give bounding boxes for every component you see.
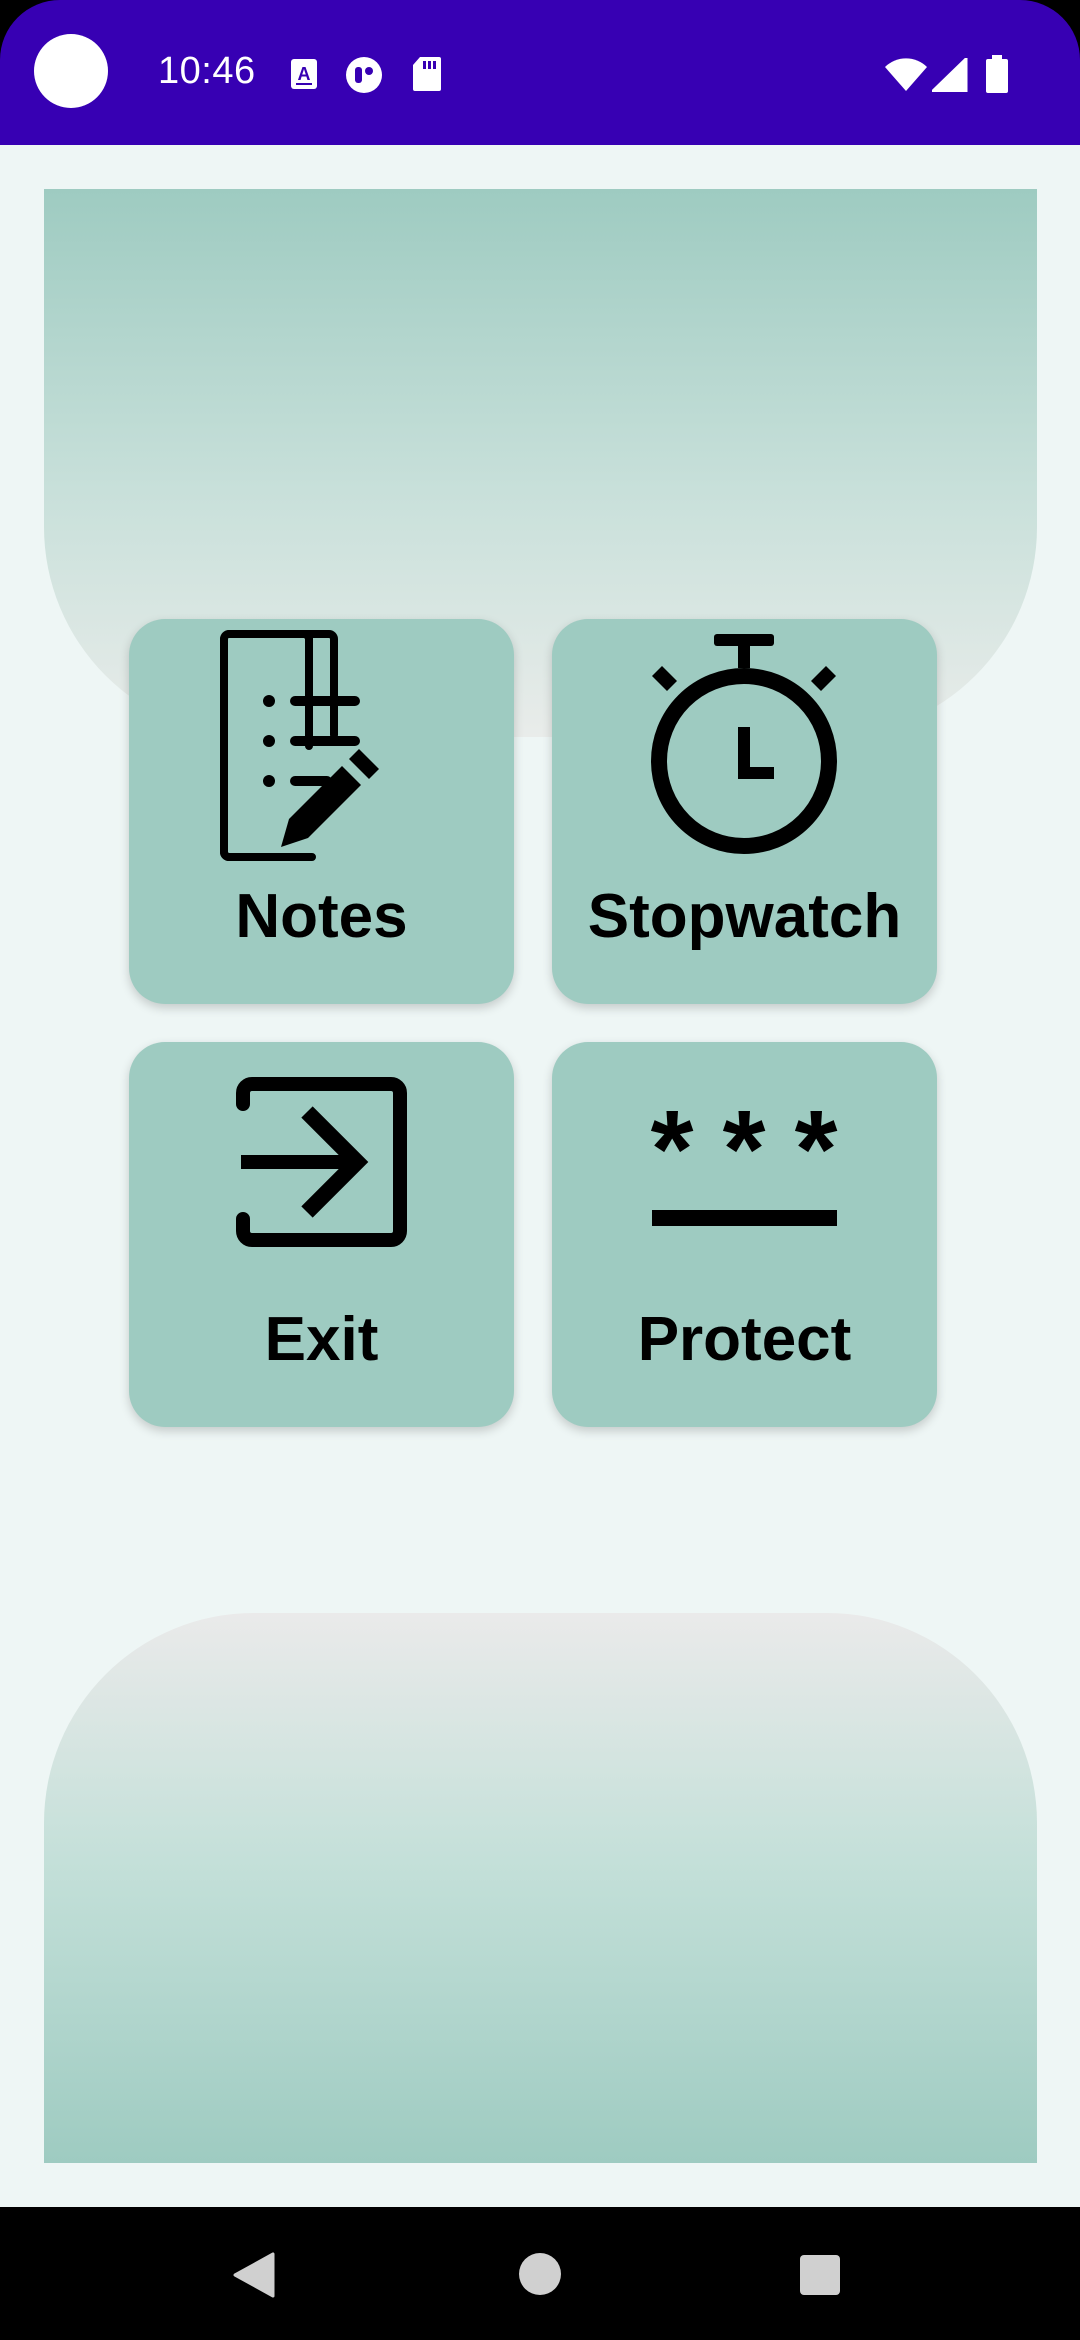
svg-text:*: * <box>651 1088 694 1211</box>
app-screen: 10:46 A Notes Stopwatch Exit * * * Prote… <box>0 0 1080 2340</box>
camera-cutout-icon <box>34 34 108 108</box>
exit-button[interactable]: Exit <box>129 1042 514 1427</box>
stopwatch-icon <box>651 634 837 854</box>
decorative-bottom-panel <box>44 1613 1037 2163</box>
cell-signal-icon <box>932 58 968 92</box>
password-icon: * * * <box>651 1088 838 1226</box>
protect-button[interactable]: * * * Protect <box>552 1042 937 1427</box>
main-content: Notes Stopwatch Exit * * * Protect <box>0 145 1080 2207</box>
wifi-icon <box>885 58 927 91</box>
notes-label: Notes <box>235 882 408 951</box>
status-time: 10:46 <box>158 50 256 92</box>
stopwatch-label: Stopwatch <box>587 882 902 951</box>
protect-label: Protect <box>637 1305 852 1374</box>
battery-icon <box>986 55 1008 93</box>
exit-icon <box>236 1077 407 1247</box>
navigation-bar <box>0 2207 1080 2340</box>
media-control-icon <box>346 57 382 93</box>
back-icon[interactable] <box>232 2252 276 2298</box>
svg-text:A: A <box>298 64 311 84</box>
notes-icon <box>220 630 379 861</box>
status-bar: 10:46 A <box>0 0 1080 145</box>
svg-text:*: * <box>795 1088 838 1211</box>
sd-card-icon <box>413 57 441 91</box>
home-icon[interactable] <box>518 2252 562 2296</box>
accessibility-a-icon: A <box>291 59 317 89</box>
stopwatch-button[interactable]: Stopwatch <box>552 619 937 1004</box>
notes-button[interactable]: Notes <box>129 619 514 1004</box>
exit-label: Exit <box>264 1305 379 1374</box>
svg-text:*: * <box>723 1088 766 1211</box>
recents-icon[interactable] <box>799 2254 841 2296</box>
